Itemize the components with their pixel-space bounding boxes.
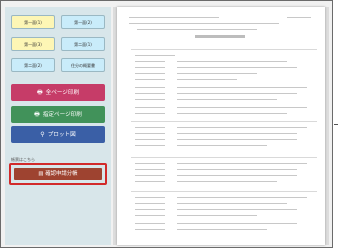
doc-line [177,163,307,164]
doc-line [135,55,175,56]
doc-line [177,107,307,108]
doc-line [135,223,165,224]
printer-icon: 🖶 [34,111,40,118]
plot-button[interactable]: ⚲ プロット図 [11,126,105,143]
window-frame: 第一面(1) 第一面(2) 第一面(3) 第二面(1) 第二面(2) 住分の概要… [0,0,333,248]
doc-line [177,73,257,74]
document-page[interactable] [117,7,325,245]
doc-line [177,181,277,182]
plot-label: プロット図 [47,132,76,138]
tab-page2-2[interactable]: 第二面(2) [11,58,55,72]
doc-line [135,107,165,108]
doc-line [177,113,287,114]
doc-line [135,163,165,164]
doc-line [177,203,287,204]
tab-page2-1[interactable]: 第二面(1) [61,37,105,51]
tab-page1-2[interactable]: 第一面(2) [61,15,105,29]
doc-line [135,169,165,170]
highlight-outline: ▤ 確認申請分帳 [9,163,107,185]
doc-line [135,61,165,62]
doc-line [135,197,165,198]
edge-marker [334,124,338,125]
doc-line [177,93,297,94]
doc-line [177,145,267,146]
doc-line [135,181,165,182]
doc-line [135,113,165,114]
doc-line [135,215,165,216]
doc-title [195,35,245,38]
doc-line [135,93,165,94]
doc-line [135,67,165,68]
doc-line [135,229,165,230]
location-pin-icon: ⚲ [40,131,45,138]
tab-page1-3[interactable]: 第一面(3) [11,37,55,51]
doc-section-rule [131,191,317,192]
doc-line [177,197,307,198]
doc-line [135,203,165,204]
doc-line [177,139,297,140]
doc-line [177,99,277,100]
doc-line [135,99,165,100]
doc-line [177,61,287,62]
doc-line [177,229,267,230]
doc-line [177,223,297,224]
confirm-report-button[interactable]: ▤ 確認申請分帳 [14,168,102,180]
doc-section-rule [131,121,317,122]
doc-section-rule [131,49,317,50]
doc-line [177,133,297,134]
doc-line [137,29,257,30]
doc-line [135,139,165,140]
doc-line [135,73,165,74]
doc-section-rule [131,157,317,158]
tab-overview[interactable]: 住分の概要書 [61,58,105,72]
print-selected-button[interactable]: 🖶 指定ページ印刷 [11,106,105,123]
doc-line [177,169,297,170]
doc-line [177,175,297,176]
doc-line [135,87,165,88]
doc-line [135,133,165,134]
doc-line [135,79,165,80]
doc-line [177,127,307,128]
doc-line [135,209,165,210]
doc-header-line [129,17,219,18]
doc-line [177,209,297,210]
document-preview-panel [113,7,329,245]
sidebar: 第一面(1) 第一面(2) 第一面(3) 第二面(1) 第二面(2) 住分の概要… [5,7,111,245]
printer-icon: 🖶 [36,89,43,96]
doc-line [129,23,279,24]
doc-line [177,79,237,80]
doc-line [135,127,165,128]
doc-line [177,87,307,88]
doc-line [135,175,165,176]
doc-line [135,145,165,146]
doc-line [177,67,297,68]
confirm-report-label: 確認申請分帳 [45,171,78,177]
tab-page1-1[interactable]: 第一面(1) [11,15,55,29]
print-all-label: 全ページ印刷 [45,90,80,96]
doc-header-right [287,17,311,18]
document-icon: ▤ [38,171,44,177]
doc-line [177,215,257,216]
print-selected-label: 指定ページ印刷 [42,112,82,118]
print-all-button[interactable]: 🖶 全ページ印刷 [11,84,105,101]
